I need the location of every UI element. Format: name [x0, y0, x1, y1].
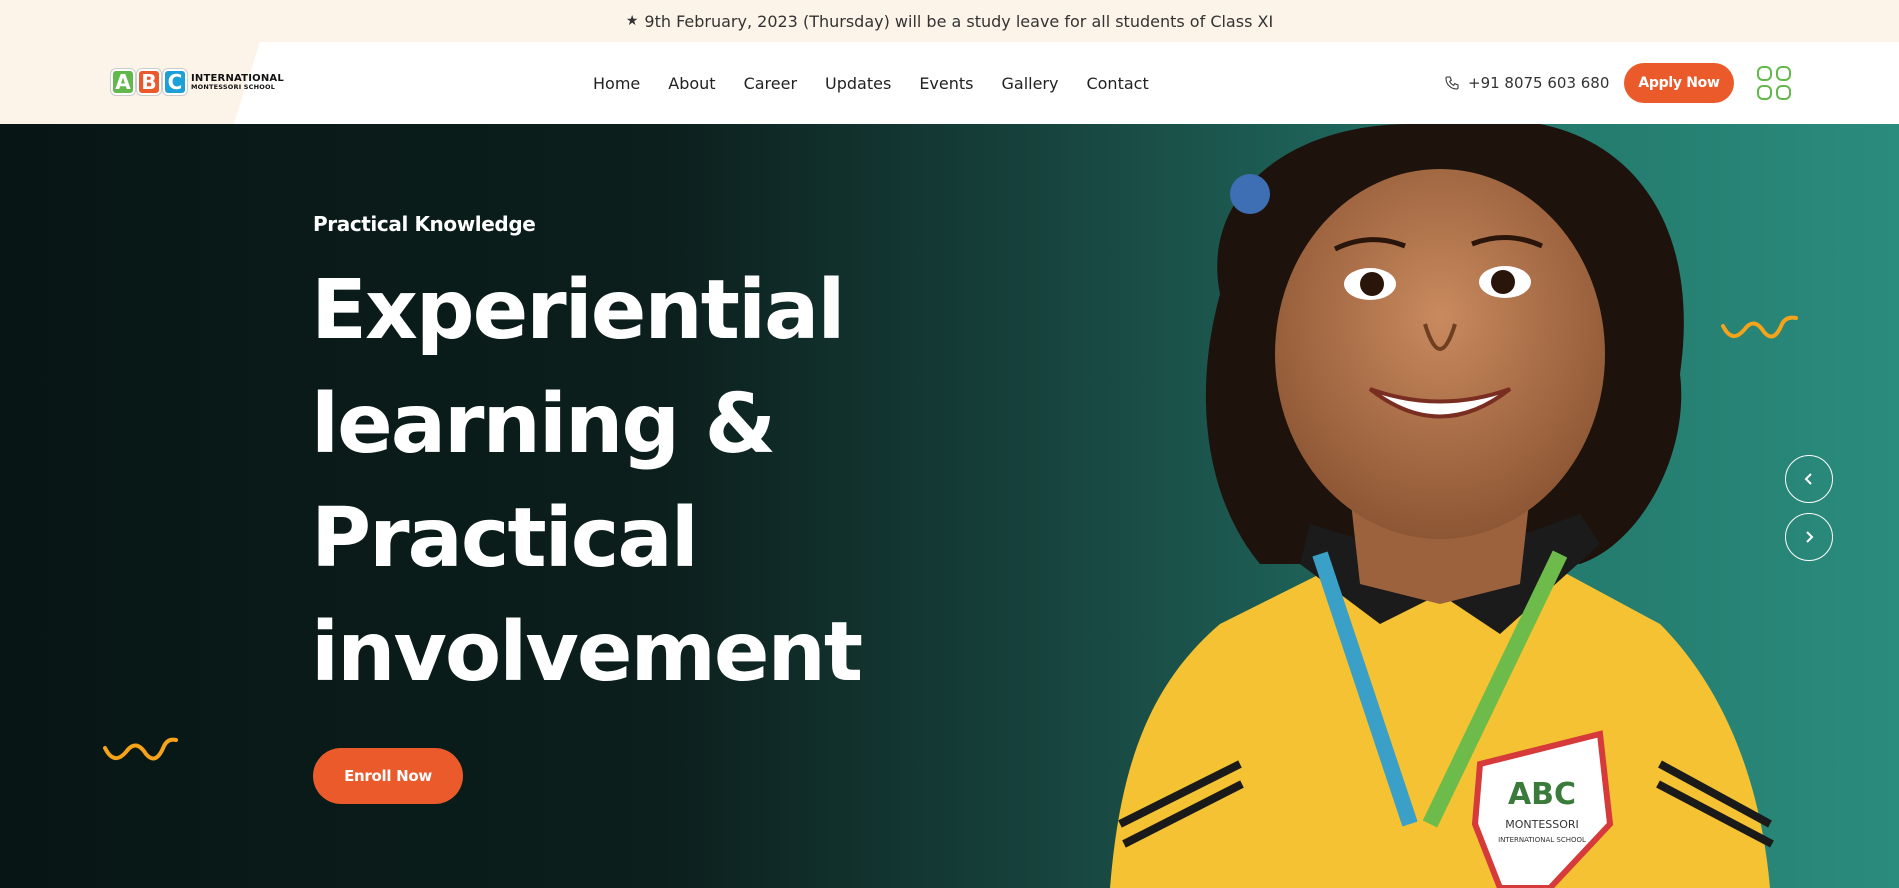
student-photo: ABC MONTESSORI INTERNATIONAL SCHOOL	[1110, 124, 1774, 888]
chevron-left-icon	[1804, 473, 1812, 485]
nav-home[interactable]: Home	[593, 74, 640, 93]
badge-line2: INTERNATIONAL SCHOOL	[1498, 836, 1586, 844]
slider-next-button[interactable]	[1785, 513, 1833, 561]
nav-gallery[interactable]: Gallery	[1001, 74, 1058, 93]
headline-line-1: Experiential	[311, 263, 846, 358]
hero-headline: Experiential learning & Practical involv…	[311, 254, 931, 710]
squiggle-decoration-right	[1721, 315, 1798, 339]
site-header: A B C INTERNATIONAL MONTESSORI SCHOOL Ho…	[0, 42, 1899, 124]
logo-line2: MONTESSORI SCHOOL	[191, 82, 276, 91]
nav-events[interactable]: Events	[919, 74, 973, 93]
phone-number: +91 8075 603 680	[1468, 74, 1610, 92]
nav-updates[interactable]: Updates	[825, 74, 891, 93]
phone-link[interactable]: +91 8075 603 680	[1444, 42, 1609, 124]
main-nav: Home About Career Updates Events Gallery…	[593, 42, 1149, 124]
star-icon: ★	[625, 13, 639, 29]
enroll-now-button[interactable]: Enroll Now	[313, 748, 463, 804]
chevron-right-icon	[1806, 531, 1814, 543]
badge-line1: MONTESSORI	[1505, 818, 1579, 831]
announcement-bar: ★ 9th February, 2023 (Thursday) will be …	[0, 0, 1899, 42]
phone-icon	[1445, 76, 1459, 90]
nav-contact[interactable]: Contact	[1086, 74, 1148, 93]
school-logo[interactable]: A B C INTERNATIONAL MONTESSORI SCHOOL	[111, 69, 284, 95]
apply-now-button[interactable]: Apply Now	[1624, 63, 1734, 103]
announcement-text: 9th February, 2023 (Thursday) will be a …	[644, 11, 1274, 31]
logo-text: INTERNATIONAL MONTESSORI SCHOOL	[191, 73, 284, 91]
nav-career[interactable]: Career	[744, 74, 797, 93]
nav-about[interactable]: About	[668, 74, 715, 93]
headline-line-3: Practical	[311, 491, 699, 586]
logo-letter-a: A	[111, 69, 135, 95]
headline-line-4: involvement	[311, 605, 863, 700]
headline-line-2: learning &	[311, 377, 776, 472]
logo-letter-b: B	[137, 69, 161, 95]
logo-letter-c: C	[163, 69, 187, 95]
hero-subtitle: Practical Knowledge	[313, 212, 536, 236]
menu-grid-icon[interactable]	[1757, 66, 1791, 100]
hero-slider: ABC MONTESSORI INTERNATIONAL SCHOOL Prac…	[0, 124, 1899, 888]
badge-letters: ABC	[1508, 777, 1576, 812]
slider-prev-button[interactable]	[1785, 455, 1833, 503]
squiggle-decoration-left	[103, 737, 178, 761]
